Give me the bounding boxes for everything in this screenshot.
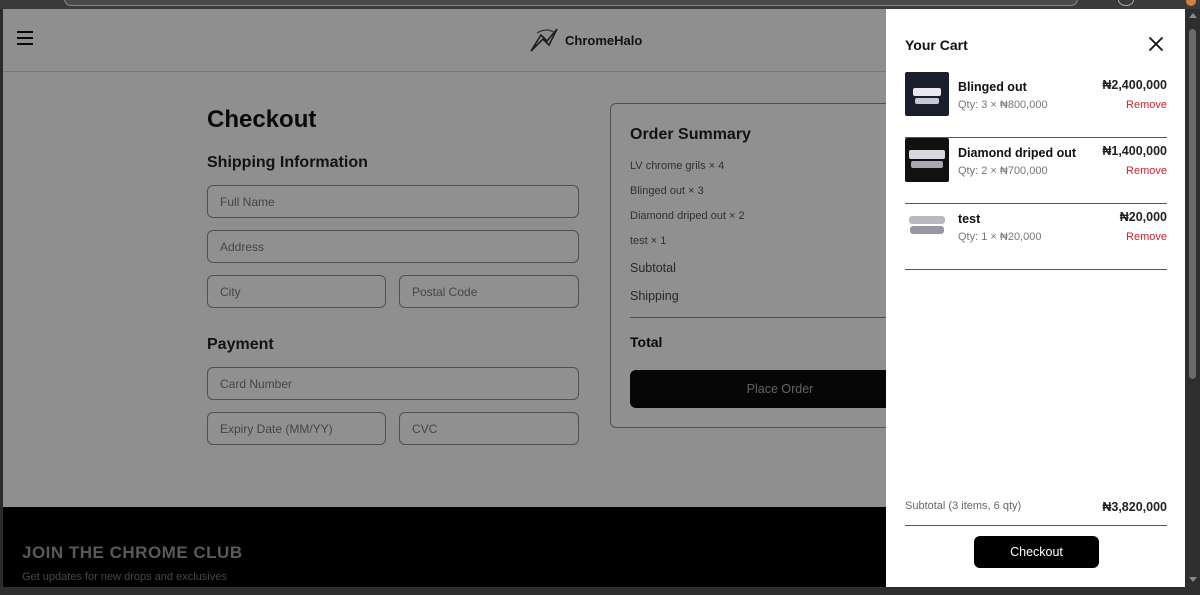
cart-drawer: Your Cart Blinged out Qty: 3 × ₦800,000 … bbox=[886, 9, 1185, 587]
cart-item-qty: Qty: 2 × ₦700,000 bbox=[958, 165, 1048, 177]
close-icon[interactable] bbox=[1148, 36, 1164, 52]
cart-subtotal-label: Subtotal (3 items, 6 qty) bbox=[905, 500, 1022, 512]
profile-icon[interactable] bbox=[1118, 0, 1134, 6]
remove-button[interactable]: Remove bbox=[1126, 99, 1167, 111]
cart-item-qty: Qty: 1 × ₦20,000 bbox=[958, 231, 1042, 243]
address-bar[interactable] bbox=[64, 0, 1078, 6]
cart-item-name: Diamond driped out bbox=[958, 146, 1077, 160]
checkout-button[interactable]: Checkout bbox=[974, 536, 1099, 568]
cart-item-name: test bbox=[958, 212, 981, 226]
product-thumbnail[interactable] bbox=[905, 204, 949, 248]
browser-toolbar bbox=[0, 0, 1200, 9]
cart-item-price: ₦2,400,000 bbox=[1102, 78, 1167, 92]
scroll-thumb[interactable] bbox=[1189, 29, 1196, 379]
scrollbar[interactable] bbox=[1185, 9, 1200, 587]
taskbar-strip bbox=[0, 587, 1200, 595]
extension-icon[interactable] bbox=[1186, 0, 1196, 6]
cart-item: Blinged out Qty: 3 × ₦800,000 ₦2,400,000… bbox=[905, 72, 1167, 138]
cart-divider bbox=[905, 525, 1167, 526]
scroll-up-icon[interactable] bbox=[1189, 13, 1197, 18]
product-thumbnail[interactable] bbox=[905, 72, 949, 116]
cart-title: Your Cart bbox=[905, 37, 968, 53]
cart-item-price: ₦1,400,000 bbox=[1102, 144, 1167, 158]
cart-item-price: ₦20,000 bbox=[1119, 210, 1167, 224]
cart-subtotal-value: ₦3,820,000 bbox=[1102, 500, 1167, 514]
product-thumbnail[interactable] bbox=[905, 138, 949, 182]
remove-button[interactable]: Remove bbox=[1126, 231, 1167, 243]
cart-item-name: Blinged out bbox=[958, 80, 1027, 94]
cart-item: test Qty: 1 × ₦20,000 ₦20,000 Remove bbox=[905, 204, 1167, 270]
cart-item-qty: Qty: 3 × ₦800,000 bbox=[958, 99, 1048, 111]
scroll-down-icon[interactable] bbox=[1189, 577, 1197, 582]
remove-button[interactable]: Remove bbox=[1126, 165, 1167, 177]
cart-item: Diamond driped out Qty: 2 × ₦700,000 ₦1,… bbox=[905, 138, 1167, 204]
